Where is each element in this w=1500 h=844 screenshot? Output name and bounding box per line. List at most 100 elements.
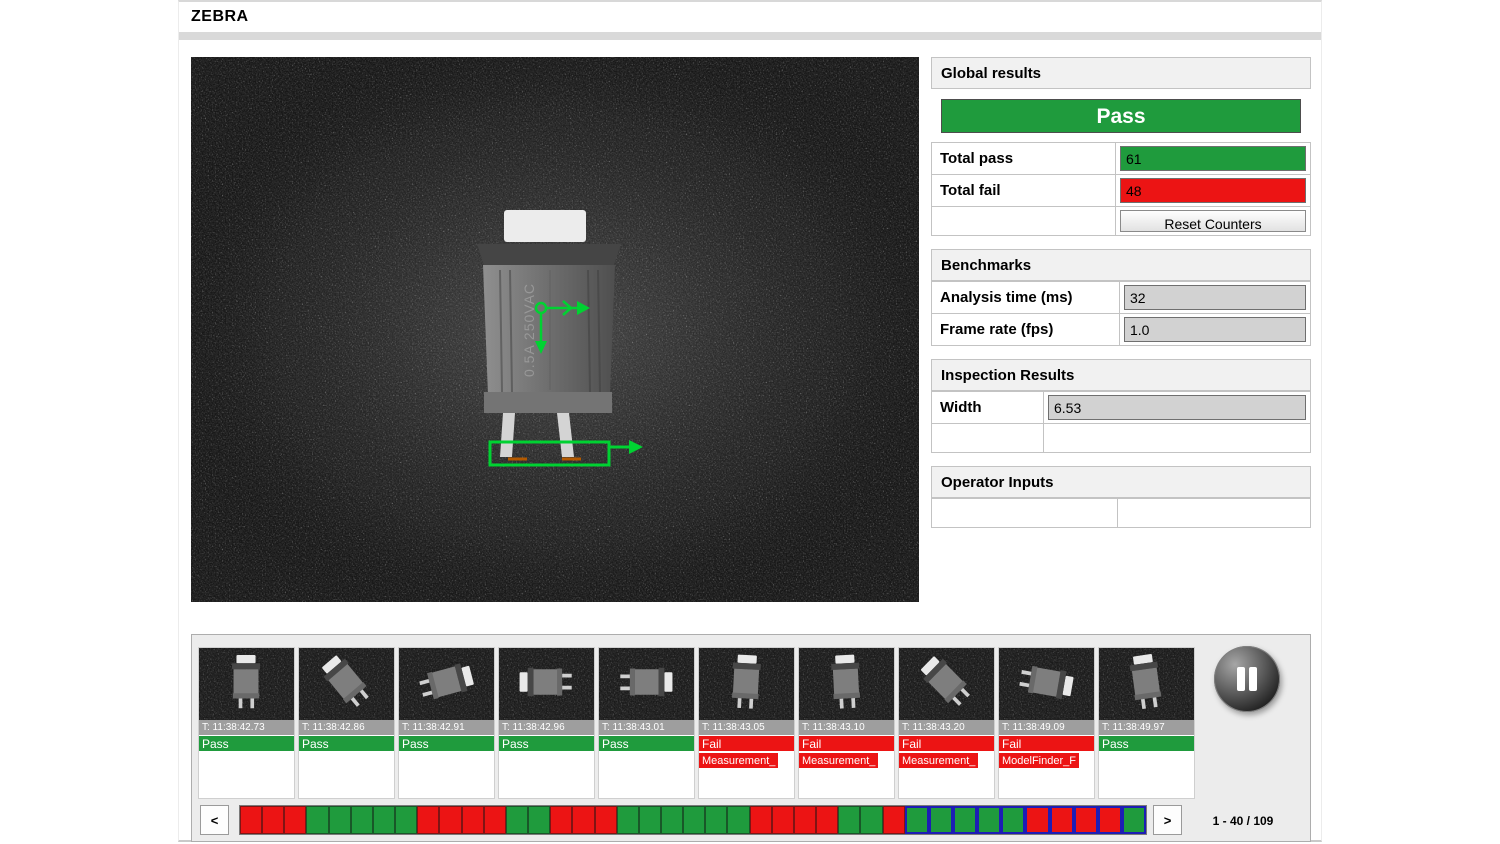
- results-panel: Global results Pass Total pass 61 Total …: [931, 57, 1311, 541]
- zebra-logo: ZEBRA: [191, 8, 249, 26]
- history-segment[interactable]: [550, 806, 572, 834]
- inspection-results-title: Inspection Results: [931, 359, 1311, 391]
- prev-page-button[interactable]: <: [200, 805, 229, 835]
- history-segment[interactable]: [262, 806, 284, 834]
- thumbnail-timestamp: T: 11:38:49.09: [999, 720, 1094, 735]
- history-segment[interactable]: [595, 806, 617, 834]
- thumbnail-row: T: 11:38:42.73 Pass T: 11:38:42.86 Pass: [198, 647, 1198, 799]
- total-fail-label: Total fail: [932, 175, 1116, 206]
- thumbnail-cell[interactable]: T: 11:38:43.10 Fail Measurement_: [798, 647, 895, 799]
- history-segment[interactable]: [373, 806, 395, 834]
- thumbnail-status-badge: Fail: [999, 736, 1094, 751]
- thumbnail-cell[interactable]: T: 11:38:42.73 Pass: [198, 647, 295, 799]
- thumbnail-image: [799, 648, 894, 720]
- history-segment[interactable]: [1098, 806, 1122, 834]
- inspection-empty-row: [932, 424, 1310, 453]
- thumbnail-timestamp: T: 11:38:42.73: [199, 720, 294, 735]
- thumbnail-cell[interactable]: T: 11:38:43.20 Fail Measurement_: [898, 647, 995, 799]
- history-segment[interactable]: [528, 806, 550, 834]
- history-segment[interactable]: [838, 806, 860, 834]
- thumbnail-image: [899, 648, 994, 720]
- history-segment[interactable]: [683, 806, 705, 834]
- history-segment[interactable]: [977, 806, 1001, 834]
- thumbnail-cell[interactable]: T: 11:38:49.09 Fail ModelFinder_F: [998, 647, 1095, 799]
- reset-counters-button[interactable]: Reset Counters: [1120, 210, 1306, 232]
- history-segment[interactable]: [439, 806, 461, 834]
- thumbnail-status-badge: Fail: [899, 736, 994, 751]
- thumbnail-cell[interactable]: T: 11:38:42.96 Pass: [498, 647, 595, 799]
- history-segment[interactable]: [329, 806, 351, 834]
- operator-input-cell-1[interactable]: [932, 499, 1118, 527]
- history-segment[interactable]: [1025, 806, 1049, 834]
- thumbnail-status-badge: Pass: [299, 736, 394, 751]
- history-segment[interactable]: [705, 806, 727, 834]
- thumbnail-image: [399, 648, 494, 720]
- history-segment[interactable]: [572, 806, 594, 834]
- total-fail-value: 48: [1120, 178, 1306, 203]
- reset-row-spacer: [932, 207, 1116, 235]
- pause-button[interactable]: [1214, 646, 1280, 712]
- thumbnail-fail-detail: Measurement_: [899, 753, 978, 768]
- thumbnail-image: [499, 648, 594, 720]
- history-segment[interactable]: [462, 806, 484, 834]
- history-segment[interactable]: [816, 806, 838, 834]
- thumbnail-cell[interactable]: T: 11:38:42.86 Pass: [298, 647, 395, 799]
- thumbnail-status-badge: Pass: [199, 736, 294, 751]
- history-segment[interactable]: [306, 806, 328, 834]
- next-page-button[interactable]: >: [1153, 805, 1182, 835]
- operator-inputs-title: Operator Inputs: [931, 466, 1311, 498]
- thumbnail-cell[interactable]: T: 11:38:43.05 Fail Measurement_: [698, 647, 795, 799]
- total-fail-row: Total fail 48: [932, 175, 1310, 207]
- width-label: Width: [932, 392, 1044, 423]
- history-segment[interactable]: [395, 806, 417, 834]
- frame-rate-row: Frame rate (fps) 1.0: [932, 314, 1310, 346]
- header-divider: [179, 32, 1321, 40]
- thumbnail-cell[interactable]: T: 11:38:49.97 Pass: [1098, 647, 1195, 799]
- analysis-time-label: Analysis time (ms): [932, 282, 1120, 313]
- history-segment[interactable]: [727, 806, 749, 834]
- history-segment[interactable]: [953, 806, 977, 834]
- thumbnail-timestamp: T: 11:38:43.05: [699, 720, 794, 735]
- history-segment[interactable]: [750, 806, 772, 834]
- thumbnail-image: [699, 648, 794, 720]
- thumbnail-image: [599, 648, 694, 720]
- filmstrip-panel: T: 11:38:42.73 Pass T: 11:38:42.86 Pass: [191, 634, 1311, 842]
- history-segment[interactable]: [484, 806, 506, 834]
- history-segment[interactable]: [905, 806, 929, 834]
- history-segment[interactable]: [1050, 806, 1074, 834]
- pause-icon: [1249, 667, 1257, 691]
- thumbnail-cell[interactable]: T: 11:38:42.91 Pass: [398, 647, 495, 799]
- thumbnail-image: [299, 648, 394, 720]
- thumbnail-fail-detail: ModelFinder_F: [999, 753, 1079, 768]
- history-segment[interactable]: [860, 806, 882, 834]
- history-segment[interactable]: [506, 806, 528, 834]
- history-segment[interactable]: [417, 806, 439, 834]
- history-segment[interactable]: [617, 806, 639, 834]
- history-segment[interactable]: [284, 806, 306, 834]
- history-segment[interactable]: [794, 806, 816, 834]
- thumbnail-image: [999, 648, 1094, 720]
- history-segment[interactable]: [929, 806, 953, 834]
- history-segment[interactable]: [639, 806, 661, 834]
- history-segment[interactable]: [351, 806, 373, 834]
- global-status-banner: Pass: [941, 99, 1301, 133]
- thumbnail-image: [199, 648, 294, 720]
- width-row: Width 6.53: [932, 392, 1310, 424]
- history-segment[interactable]: [1074, 806, 1098, 834]
- thumbnail-fail-detail: Measurement_: [799, 753, 878, 768]
- operator-input-cell-2[interactable]: [1118, 499, 1310, 527]
- history-segment[interactable]: [772, 806, 794, 834]
- thumbnail-cell[interactable]: T: 11:38:43.01 Pass: [598, 647, 695, 799]
- thumbnail-timestamp: T: 11:38:43.10: [799, 720, 894, 735]
- title-bar: ZEBRA: [179, 2, 1321, 32]
- history-segment[interactable]: [240, 806, 262, 834]
- inspection-empty-value: [1044, 424, 1310, 452]
- total-pass-value: 61: [1120, 146, 1306, 171]
- history-segment[interactable]: [883, 806, 905, 834]
- frame-rate-label: Frame rate (fps): [932, 314, 1120, 345]
- inspection-results-section: Inspection Results Width 6.53: [931, 359, 1311, 453]
- history-segment[interactable]: [1122, 806, 1146, 834]
- history-segment[interactable]: [661, 806, 683, 834]
- thumbnail-timestamp: T: 11:38:49.97: [1099, 720, 1194, 735]
- history-segment[interactable]: [1001, 806, 1025, 834]
